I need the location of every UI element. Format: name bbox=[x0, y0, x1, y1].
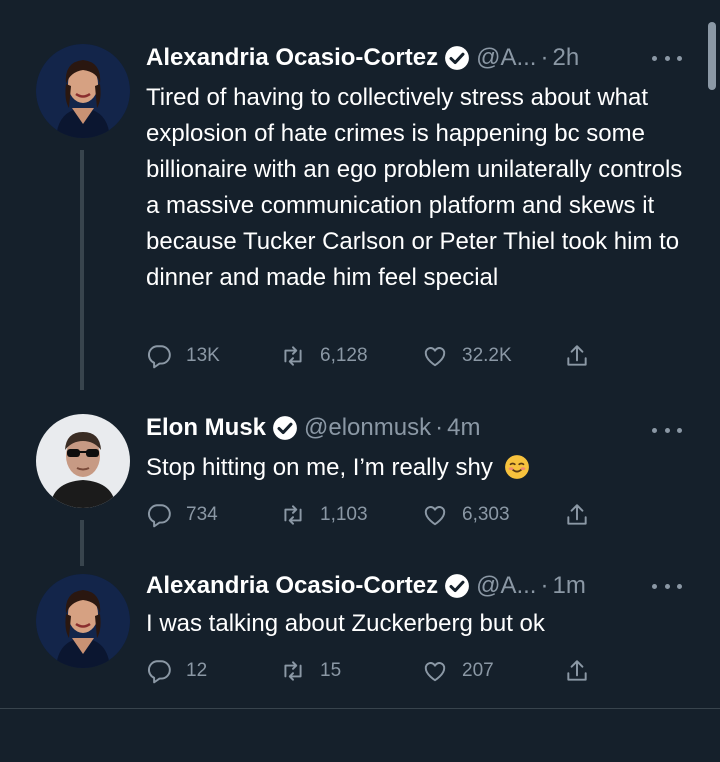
tweet-actions: 13K 6,128 32.2K bbox=[146, 341, 596, 371]
tweet-text: I was talking about Zuckerberg but ok bbox=[146, 610, 545, 637]
user-handle[interactable]: @elonmusk bbox=[304, 414, 431, 442]
retweet-count: 6,128 bbox=[320, 345, 368, 366]
verified-badge-icon bbox=[273, 416, 297, 440]
tweet-actions: 734 1,103 6,303 bbox=[146, 500, 596, 530]
verified-badge-icon bbox=[445, 46, 470, 70]
retweet-icon bbox=[284, 346, 302, 366]
like-icon bbox=[424, 347, 446, 367]
like-count: 207 bbox=[462, 660, 494, 681]
more-icon[interactable] bbox=[652, 48, 682, 68]
timestamp[interactable]: 2h bbox=[552, 44, 579, 72]
display-name[interactable]: Alexandria Ocasio-Cortez bbox=[146, 572, 438, 600]
retweet-icon bbox=[284, 505, 302, 525]
display-name[interactable]: Alexandria Ocasio-Cortez bbox=[146, 44, 438, 72]
like-icon bbox=[424, 662, 446, 682]
tweet-header: Alexandria Ocasio-Cortez @A... · 2h bbox=[146, 42, 680, 74]
reply-button[interactable]: 13K bbox=[146, 341, 220, 371]
share-icon bbox=[567, 660, 587, 681]
share-button[interactable] bbox=[564, 500, 604, 530]
like-count: 6,303 bbox=[462, 504, 510, 525]
display-name[interactable]: Elon Musk bbox=[146, 414, 266, 442]
smiling-face-icon bbox=[504, 455, 529, 479]
reply-count: 12 bbox=[186, 660, 208, 681]
like-button[interactable]: 32.2K bbox=[422, 341, 512, 371]
like-count: 32.2K bbox=[462, 345, 512, 366]
tweet-header: Alexandria Ocasio-Cortez @A... · 1m bbox=[146, 570, 680, 602]
like-icon bbox=[424, 506, 446, 526]
tweet-header: Elon Musk @elonmusk · 4m bbox=[146, 412, 680, 444]
user-handle[interactable]: @A... bbox=[476, 572, 536, 600]
more-icon[interactable] bbox=[652, 420, 682, 440]
divider bbox=[0, 708, 720, 709]
retweet-icon bbox=[284, 661, 302, 681]
thread-connector-line bbox=[80, 520, 84, 566]
more-icon[interactable] bbox=[652, 576, 682, 596]
tweet-actions: 12 15 207 bbox=[146, 656, 596, 686]
tweet-text-body: Stop hitting on me, I’m really shy bbox=[146, 454, 493, 481]
tweet-text: Tired of having to collectively stress a… bbox=[146, 84, 683, 291]
reply-icon bbox=[147, 504, 171, 528]
share-icon bbox=[567, 504, 587, 525]
retweet-count: 15 bbox=[320, 660, 342, 681]
retweet-button[interactable]: 1,103 bbox=[280, 500, 368, 530]
share-button[interactable] bbox=[564, 341, 604, 371]
user-handle[interactable]: @A... bbox=[476, 44, 536, 72]
reply-button[interactable]: 12 bbox=[146, 656, 207, 686]
like-button[interactable]: 6,303 bbox=[422, 500, 510, 530]
verified-badge-icon bbox=[445, 574, 470, 598]
separator-dot: · bbox=[540, 572, 549, 599]
scrollbar-thumb[interactable] bbox=[708, 22, 716, 90]
separator-dot: · bbox=[435, 414, 444, 441]
timestamp[interactable]: 1m bbox=[552, 572, 585, 600]
thread-connector-line bbox=[80, 150, 84, 390]
share-icon bbox=[567, 345, 587, 366]
tweet-text: Stop hitting on me, I’m really shy bbox=[146, 450, 694, 486]
avatar[interactable] bbox=[36, 414, 130, 508]
avatar[interactable] bbox=[36, 574, 130, 668]
retweet-button[interactable]: 6,128 bbox=[280, 341, 368, 371]
retweet-count: 1,103 bbox=[320, 504, 368, 525]
avatar[interactable] bbox=[36, 44, 130, 138]
retweet-button[interactable]: 15 bbox=[280, 656, 341, 686]
reply-count: 734 bbox=[186, 504, 218, 525]
like-button[interactable]: 207 bbox=[422, 656, 494, 686]
reply-button[interactable]: 734 bbox=[146, 500, 218, 530]
reply-icon bbox=[147, 660, 171, 684]
reply-icon bbox=[147, 345, 171, 369]
reply-count: 13K bbox=[186, 345, 220, 366]
separator-dot: · bbox=[540, 44, 549, 71]
timestamp[interactable]: 4m bbox=[447, 414, 480, 442]
share-button[interactable] bbox=[564, 656, 604, 686]
